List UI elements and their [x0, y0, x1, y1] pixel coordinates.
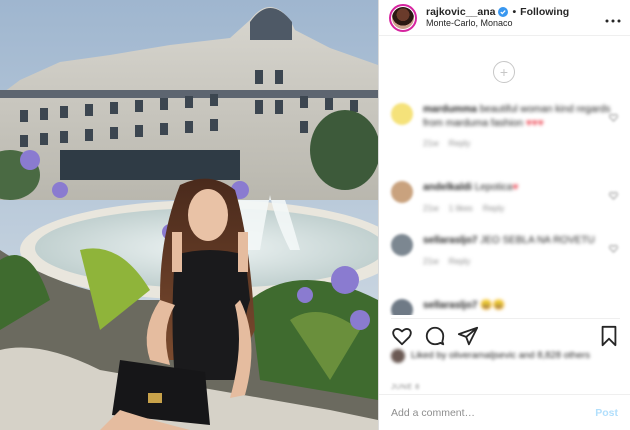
comment-body: mardumma beautiful woman kind regards fr… — [423, 103, 618, 148]
profile-avatar[interactable] — [389, 3, 417, 32]
comment-body: sellarasljo7 JEO SEBLA NA ROVETU 21w Repl… — [423, 234, 618, 266]
more-options-icon[interactable] — [604, 10, 622, 26]
comment-item: sellarasljo7 😀😀 — [391, 299, 618, 315]
header-top-row: rajkovic__ana • Following — [426, 6, 604, 18]
reply-button[interactable]: Reply — [483, 203, 505, 213]
comment-item: mardumma beautiful woman kind regards fr… — [391, 103, 618, 148]
reply-button[interactable]: Reply — [449, 138, 471, 148]
like-comment-icon[interactable] — [609, 109, 618, 122]
comment-time: 21w — [423, 202, 439, 213]
commenter-username[interactable]: mardumma — [423, 104, 477, 115]
comment-body: andelkaldi Lepotica♥ 21w 1 likes Reply — [423, 181, 618, 213]
commenter-username[interactable]: sellarasljo7 — [423, 300, 477, 311]
post-photo[interactable] — [0, 0, 378, 430]
add-comment-bar: Post — [379, 394, 630, 430]
verified-badge-icon — [498, 7, 509, 18]
comments-section: + mardumma beautiful woman kind regards … — [379, 37, 630, 315]
comment-item: andelkaldi Lepotica♥ 21w 1 likes Reply — [391, 181, 618, 213]
like-comment-icon[interactable] — [609, 240, 618, 253]
commenter-avatar[interactable] — [391, 234, 413, 256]
comment-meta: 21w Reply — [423, 138, 618, 148]
comment-input[interactable] — [391, 406, 596, 419]
action-bar — [391, 318, 620, 348]
comment-text: andelkaldi Lepotica♥ — [423, 181, 618, 195]
commenter-avatar[interactable] — [391, 103, 413, 125]
location-link[interactable]: Monte-Carlo, Monaco — [426, 18, 604, 28]
comment-text: sellarasljo7 😀😀 — [423, 299, 618, 313]
comment-hearts: ♥♥♥ — [525, 117, 544, 129]
comment-likes[interactable]: 1 likes — [449, 203, 473, 213]
username-link[interactable]: rajkovic__ana — [426, 6, 495, 18]
commenter-username[interactable]: andelkaldi — [423, 182, 472, 193]
comment-item: sellarasljo7 JEO SEBLA NA ROVETU 21w Repl… — [391, 234, 618, 266]
comment-content: Lepotica — [474, 182, 513, 193]
photo-monte-carlo — [0, 0, 378, 430]
instagram-post: rajkovic__ana • Following Monte-Carlo, M… — [0, 0, 630, 430]
load-more-comments-icon[interactable]: + — [493, 61, 515, 83]
comment-content: JEO SEBLA NA ROVETU — [480, 235, 595, 246]
like-comment-icon[interactable] — [609, 187, 618, 200]
comment-meta: 21w Reply — [423, 256, 618, 266]
commenter-avatar[interactable] — [391, 299, 413, 315]
avatar-image — [392, 6, 414, 29]
following-button[interactable]: Following — [520, 6, 569, 18]
commenter-avatar[interactable] — [391, 181, 413, 203]
likes-summary[interactable]: Liked by oliveramaljsevic and 8,828 othe… — [391, 349, 620, 363]
share-paper-plane-icon[interactable] — [457, 325, 479, 347]
comment-hearts: ♥ — [512, 182, 519, 193]
comment-content: 😀😀 — [480, 300, 506, 311]
reply-button[interactable]: Reply — [449, 256, 471, 266]
bookmark-icon[interactable] — [598, 325, 620, 347]
post-timestamp[interactable]: JUNE 8 — [391, 382, 420, 391]
comment-meta: 21w 1 likes Reply — [423, 203, 618, 213]
comment-text: mardumma beautiful woman kind regards fr… — [423, 103, 618, 130]
header-text: rajkovic__ana • Following Monte-Carlo, M… — [426, 6, 604, 28]
separator-dot: • — [512, 6, 517, 19]
comment-body: sellarasljo7 😀😀 — [423, 299, 618, 315]
commenter-username[interactable]: sellarasljo7 — [423, 235, 477, 246]
post-comment-button[interactable]: Post — [595, 407, 618, 419]
liker-avatar — [391, 349, 405, 363]
likes-text: Liked by oliveramaljsevic and 8,828 othe… — [411, 349, 591, 361]
post-header: rajkovic__ana • Following Monte-Carlo, M… — [379, 0, 630, 36]
comment-time: 21w — [423, 255, 439, 266]
like-heart-icon[interactable] — [391, 325, 413, 347]
comment-bubble-icon[interactable] — [424, 325, 446, 347]
post-sidebar: rajkovic__ana • Following Monte-Carlo, M… — [378, 0, 630, 430]
comment-time: 21w — [423, 138, 439, 148]
comment-text: sellarasljo7 JEO SEBLA NA ROVETU — [423, 234, 618, 248]
